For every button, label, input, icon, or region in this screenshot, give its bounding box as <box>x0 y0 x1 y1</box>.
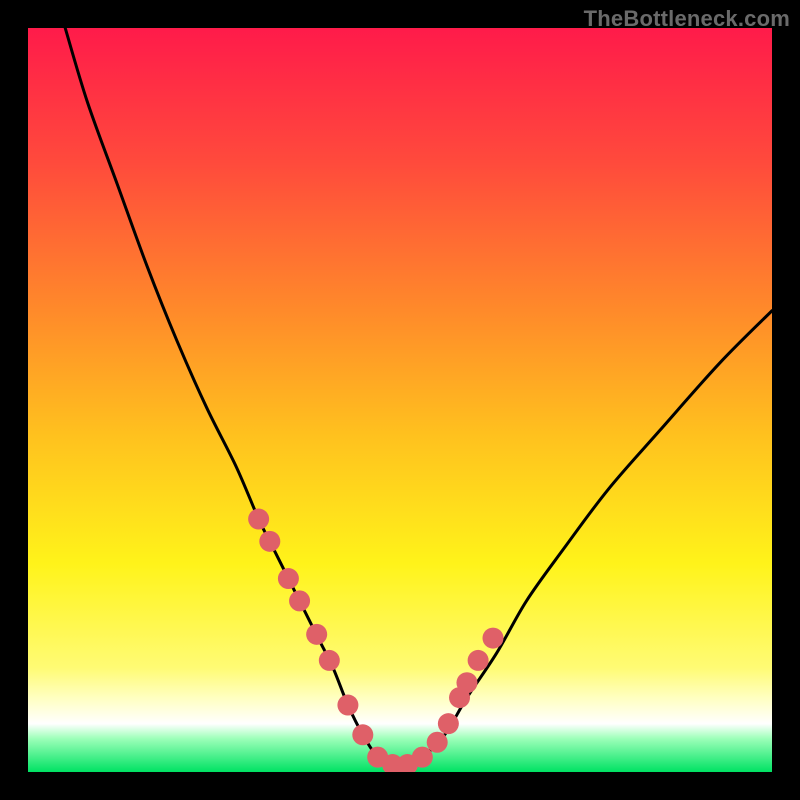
data-marker <box>289 590 310 611</box>
outer-frame: TheBottleneck.com <box>0 0 800 800</box>
data-marker <box>259 531 280 552</box>
data-marker <box>412 747 433 768</box>
data-marker <box>427 732 448 753</box>
gradient-background <box>28 28 772 772</box>
attribution-label: TheBottleneck.com <box>584 6 790 32</box>
data-marker <box>438 713 459 734</box>
plot-area <box>28 28 772 772</box>
data-marker <box>337 695 358 716</box>
data-marker <box>248 509 269 530</box>
data-marker <box>278 568 299 589</box>
data-marker <box>319 650 340 671</box>
data-marker <box>306 624 327 645</box>
data-marker <box>456 672 477 693</box>
data-marker <box>352 724 373 745</box>
bottleneck-chart <box>28 28 772 772</box>
data-marker <box>468 650 489 671</box>
data-marker <box>483 628 504 649</box>
